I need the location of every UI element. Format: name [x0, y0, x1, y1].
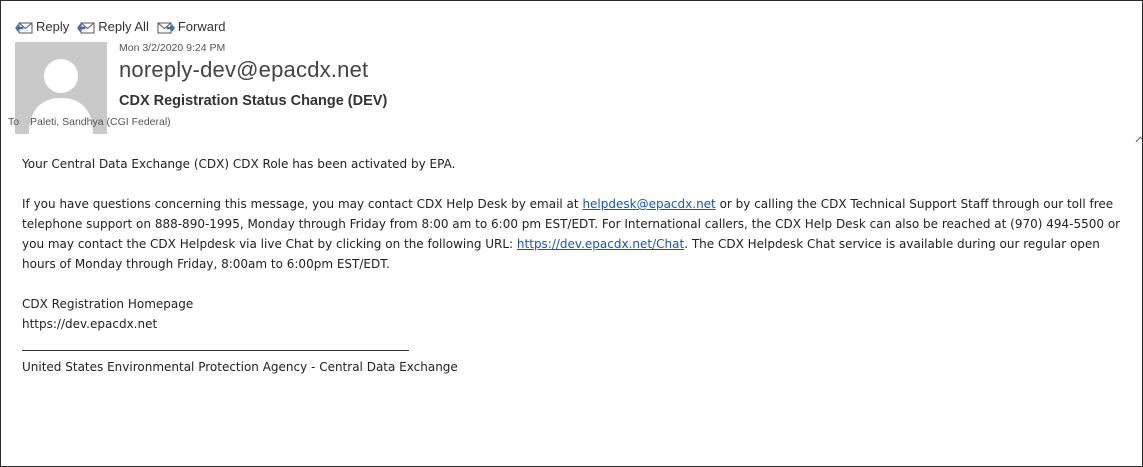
signature-divider [22, 350, 409, 351]
help-paragraph: If you have questions concerning this me… [22, 194, 1137, 274]
activation-text: Your Central Data Exchange (CDX) CDX Rol… [22, 157, 456, 171]
forward-label: Forward [177, 19, 226, 34]
chevron-up-icon[interactable] [1135, 136, 1142, 147]
recipients-row: To Paleti, Sandhya (CGI Federal) [8, 116, 171, 128]
reply-icon [15, 22, 33, 33]
forward-icon [157, 22, 175, 33]
recipient-name[interactable]: Paleti, Sandhya (CGI Federal) [30, 116, 171, 128]
to-label: To [8, 116, 20, 128]
reply-all-label: Reply All [98, 19, 149, 34]
chat-url-link[interactable]: https://dev.epacdx.net/Chat [517, 237, 684, 251]
sender-address: noreply-dev@epacdx.net [119, 57, 369, 82]
reply-button[interactable]: Reply [15, 19, 69, 34]
message-actions-toolbar: Reply Reply All Forward [15, 19, 226, 34]
email-reading-pane: Reply Reply All Forward Mon 3/2/2020 9:2… [0, 0, 1143, 467]
help-text-part-1: If you have questions concerning this me… [22, 197, 583, 211]
reply-all-icon [77, 22, 95, 33]
helpdesk-email-link[interactable]: helpdesk@epacdx.net [582, 197, 715, 211]
homepage-url: https://dev.epacdx.net [22, 317, 158, 331]
reply-all-button[interactable]: Reply All [77, 19, 149, 34]
homepage-title: CDX Registration Homepage [22, 297, 194, 311]
forward-button[interactable]: Forward [157, 19, 226, 34]
message-body: Your Central Data Exchange (CDX) CDX Rol… [22, 154, 1137, 377]
reply-label: Reply [36, 19, 70, 34]
sent-date: Mon 3/2/2020 9:24 PM [119, 42, 226, 54]
email-subject: CDX Registration Status Change (DEV) [119, 93, 388, 109]
signature-text: United States Environmental Protection A… [22, 360, 458, 374]
